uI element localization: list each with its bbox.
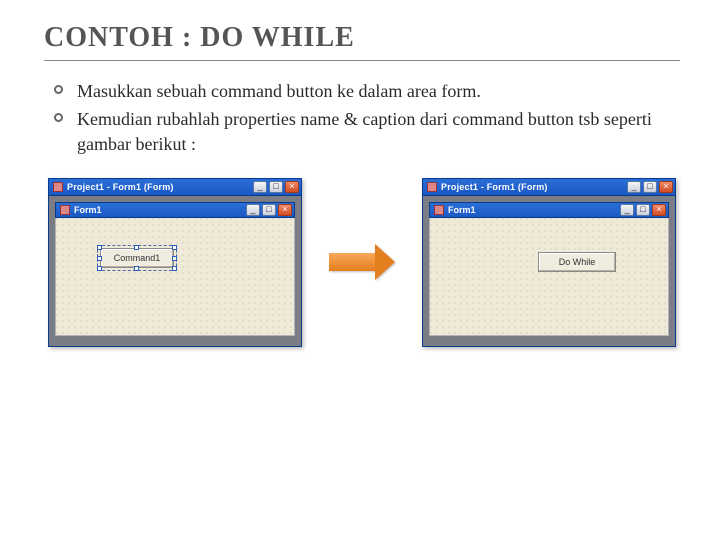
vb-designer-after: Project1 - Form1 (Form) _ □ × Form1 _ □: [422, 178, 676, 347]
slide-title: CONTOH : DO WHILE: [44, 22, 680, 54]
resize-handle[interactable]: [172, 266, 177, 271]
designer-titlebar: Project1 - Form1 (Form) _ □ ×: [48, 178, 302, 196]
bullet-list: Masukkan sebuah command button ke dalam …: [44, 79, 680, 156]
minimize-button[interactable]: _: [627, 181, 641, 193]
bullet-text: Masukkan sebuah command button ke dalam …: [77, 79, 481, 103]
form-design-surface[interactable]: Do While: [429, 218, 669, 336]
command-button-selected[interactable]: Command1: [100, 248, 174, 268]
window-buttons: _ □ ×: [620, 204, 666, 216]
form-titlebar: Form1 _ □ ×: [55, 202, 295, 218]
close-button[interactable]: ×: [285, 181, 299, 193]
form-icon: [60, 205, 70, 215]
window-buttons: _ □ ×: [246, 204, 292, 216]
bullet-text: Kemudian rubahlah properties name & capt…: [77, 107, 680, 156]
designer-body: Form1 _ □ × Do While: [422, 196, 676, 347]
arrow-column: [327, 244, 397, 280]
title-rule: [44, 60, 680, 61]
bullet-item: Kemudian rubahlah properties name & capt…: [54, 107, 680, 156]
resize-handle[interactable]: [134, 245, 139, 250]
maximize-button[interactable]: □: [636, 204, 650, 216]
arrow-right-icon: [329, 244, 395, 280]
maximize-button[interactable]: □: [262, 204, 276, 216]
maximize-button[interactable]: □: [643, 181, 657, 193]
resize-handle[interactable]: [97, 266, 102, 271]
vb-project-icon: [53, 182, 63, 192]
form-window: Form1 _ □ × Do While: [429, 202, 669, 336]
bullet-icon: [54, 85, 63, 94]
window-buttons: _ □ ×: [253, 181, 299, 193]
resize-handle[interactable]: [97, 256, 102, 261]
vb-designer-before: Project1 - Form1 (Form) _ □ × Form1 _ □: [48, 178, 302, 347]
resize-handle[interactable]: [134, 266, 139, 271]
designer-title-text: Project1 - Form1 (Form): [441, 182, 627, 192]
designer-titlebar: Project1 - Form1 (Form) _ □ ×: [422, 178, 676, 196]
resize-handle[interactable]: [97, 245, 102, 250]
designer-title-text: Project1 - Form1 (Form): [67, 182, 253, 192]
form-title-text: Form1: [448, 205, 620, 215]
minimize-button[interactable]: _: [620, 204, 634, 216]
minimize-button[interactable]: _: [253, 181, 267, 193]
close-button[interactable]: ×: [652, 204, 666, 216]
form-design-surface[interactable]: Command1: [55, 218, 295, 336]
command-button-label: Command1: [114, 253, 161, 263]
close-button[interactable]: ×: [659, 181, 673, 193]
form-titlebar: Form1 _ □ ×: [429, 202, 669, 218]
command-button[interactable]: Do While: [538, 252, 616, 272]
command-button-label: Do While: [559, 257, 596, 267]
form-title-text: Form1: [74, 205, 246, 215]
resize-handle[interactable]: [172, 256, 177, 261]
bullet-item: Masukkan sebuah command button ke dalam …: [54, 79, 680, 103]
resize-handle[interactable]: [172, 245, 177, 250]
designer-body: Form1 _ □ × Command1: [48, 196, 302, 347]
bullet-icon: [54, 113, 63, 122]
minimize-button[interactable]: _: [246, 204, 260, 216]
maximize-button[interactable]: □: [269, 181, 283, 193]
window-buttons: _ □ ×: [627, 181, 673, 193]
form-window: Form1 _ □ × Command1: [55, 202, 295, 336]
close-button[interactable]: ×: [278, 204, 292, 216]
vb-project-icon: [427, 182, 437, 192]
figures-row: Project1 - Form1 (Form) _ □ × Form1 _ □: [44, 178, 680, 347]
form-icon: [434, 205, 444, 215]
